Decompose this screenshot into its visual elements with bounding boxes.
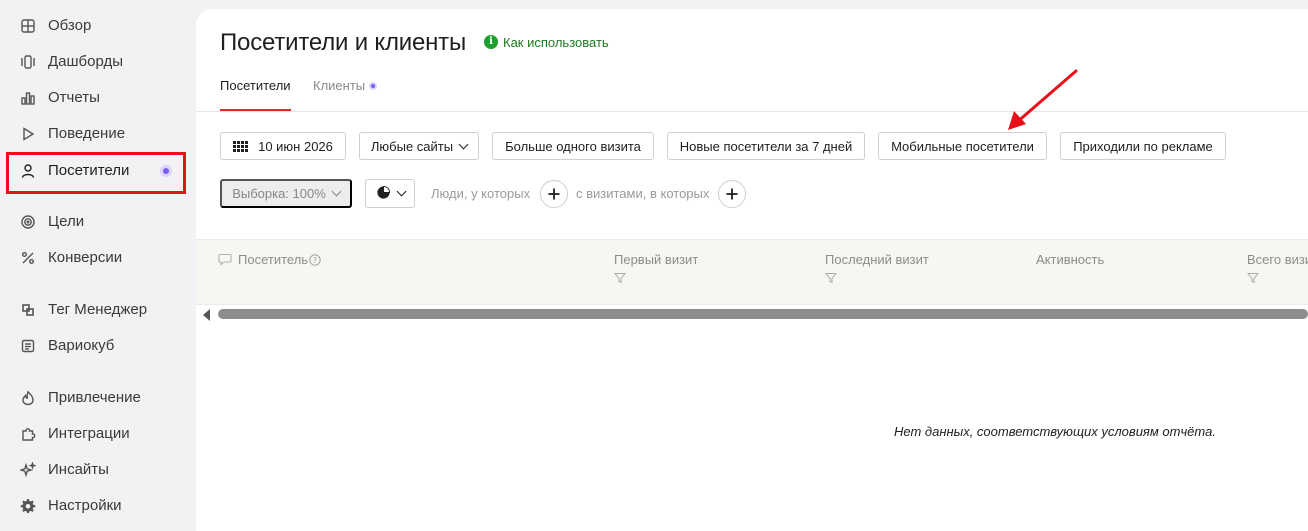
variocube-icon xyxy=(20,338,36,354)
add-visits-condition-button[interactable] xyxy=(718,180,746,208)
date-label: 10 июн 2026 xyxy=(258,138,333,154)
segment-label: Приходили по рекламе xyxy=(1073,138,1213,154)
how-to-use-label: Как использовать xyxy=(503,34,609,50)
sidebar-item-label: Цели xyxy=(48,213,85,230)
new-badge-dot xyxy=(369,82,378,90)
sidebar-item-acquisition[interactable]: Привлечение xyxy=(0,380,190,416)
chevron-down-icon xyxy=(331,186,342,197)
sidebar-item-label: Поведение xyxy=(48,125,126,142)
user-icon xyxy=(20,163,36,179)
page-title: Посетители и клиенты xyxy=(220,29,466,56)
column-label: Посетитель xyxy=(238,252,309,267)
plus-icon xyxy=(726,188,738,200)
sidebar-item-tag-manager[interactable]: Тег Менеджер xyxy=(0,292,190,328)
sparkle-icon xyxy=(20,462,36,478)
sidebar-item-label: Отчеты xyxy=(48,89,100,106)
sidebar-item-label: Привлечение xyxy=(48,389,141,406)
svg-text:?: ? xyxy=(313,256,317,265)
segment-button-new-visitors[interactable]: Новые посетители за 7 дней xyxy=(667,132,865,160)
column-label: Первый визит xyxy=(614,252,699,267)
horizontal-scrollbar[interactable] xyxy=(218,309,1308,319)
chevron-down-icon xyxy=(458,139,469,149)
column-activity[interactable]: Активность xyxy=(1036,252,1104,267)
calendar-icon xyxy=(233,140,249,152)
column-label: Последний визит xyxy=(825,252,929,267)
annotation-arrow-icon xyxy=(1008,69,1078,130)
people-condition-label: Люди, у которых xyxy=(431,186,531,201)
sidebar-item-overview[interactable]: Обзор xyxy=(0,8,190,44)
add-people-condition-button[interactable] xyxy=(540,180,568,208)
column-label: Всего визи xyxy=(1247,252,1308,267)
tab-visitors[interactable]: Посетители xyxy=(220,77,291,111)
how-to-use-link[interactable]: i Как использовать xyxy=(484,34,609,50)
pie-chart-icon xyxy=(376,185,391,203)
sidebar-item-visitors[interactable]: Посетители xyxy=(0,153,190,189)
comment-icon xyxy=(218,253,232,266)
sidebar-item-reports[interactable]: Отчеты xyxy=(0,80,190,116)
segment-label: Мобильные посетители xyxy=(891,138,1034,154)
tag-manager-icon xyxy=(20,302,36,318)
tab-label: Посетители xyxy=(220,78,291,93)
chevron-down-icon xyxy=(396,186,406,197)
grid-icon xyxy=(20,18,36,34)
column-last-visit[interactable]: Последний визит xyxy=(825,252,929,284)
new-badge-dot xyxy=(160,165,172,177)
help-icon[interactable]: ? xyxy=(309,253,321,266)
sidebar-item-conversions[interactable]: Конверсии xyxy=(0,240,190,276)
column-visitor[interactable]: Посетитель ? xyxy=(218,252,321,267)
sidebar-item-label: Интеграции xyxy=(48,425,130,442)
scroll-left-arrow[interactable] xyxy=(203,309,210,321)
plus-icon xyxy=(548,188,560,200)
flame-icon xyxy=(20,390,36,406)
sidebar-item-label: Посетители xyxy=(48,162,130,179)
info-icon: i xyxy=(484,35,498,49)
puzzle-icon xyxy=(20,426,36,442)
chart-type-select[interactable] xyxy=(365,179,415,208)
sites-label: Любые сайты xyxy=(370,138,454,154)
sidebar: Обзор Дашборды Отчеты Поведение Посетите… xyxy=(0,0,196,531)
sidebar-item-goals[interactable]: Цели xyxy=(0,204,190,240)
gear-icon xyxy=(20,498,36,514)
sidebar-item-label: Обзор xyxy=(48,17,92,34)
filter-icon[interactable] xyxy=(1247,272,1259,284)
column-first-visit[interactable]: Первый визит xyxy=(614,252,698,284)
dashboards-icon xyxy=(20,54,36,70)
sidebar-item-label: Конверсии xyxy=(48,249,123,266)
segment-button-ads[interactable]: Приходили по рекламе xyxy=(1060,132,1226,160)
empty-state-message: Нет данных, соответствующих условиям отч… xyxy=(894,424,1216,439)
sidebar-item-label: Вариокуб xyxy=(48,337,115,354)
segment-button-mobile[interactable]: Мобильные посетители xyxy=(878,132,1047,160)
divider xyxy=(196,111,1308,112)
segment-label: Больше одного визита xyxy=(505,138,641,154)
segment-button-multiple-visits[interactable]: Больше одного визита xyxy=(492,132,654,160)
bar-chart-icon xyxy=(20,90,36,106)
sidebar-item-label: Тег Менеджер xyxy=(48,301,148,318)
sidebar-item-label: Инсайты xyxy=(48,461,109,478)
filter-icon[interactable] xyxy=(825,272,837,284)
sidebar-item-insights[interactable]: Инсайты xyxy=(0,452,190,488)
sample-label: Выборка: 100% xyxy=(232,186,326,201)
sample-select[interactable]: Выборка: 100% xyxy=(220,179,352,208)
sites-select[interactable]: Любые сайты xyxy=(359,132,479,160)
sidebar-item-variocube[interactable]: Вариокуб xyxy=(0,328,190,364)
tab-clients[interactable]: Клиенты xyxy=(313,77,378,111)
column-total-visits[interactable]: Всего визи xyxy=(1247,252,1308,284)
filter-icon[interactable] xyxy=(614,272,626,284)
main-panel: Посетители и клиенты i Как использовать … xyxy=(196,9,1308,531)
sidebar-item-settings[interactable]: Настройки xyxy=(0,488,190,524)
sidebar-item-label: Настройки xyxy=(48,497,122,514)
sidebar-item-label: Дашборды xyxy=(48,53,123,70)
column-label: Активность xyxy=(1036,252,1105,267)
target-icon xyxy=(20,214,36,230)
tab-label: Клиенты xyxy=(313,78,366,93)
sidebar-item-behavior[interactable]: Поведение xyxy=(0,116,190,152)
sidebar-item-dashboards[interactable]: Дашборды xyxy=(0,44,190,80)
date-picker-button[interactable]: 10 июн 2026 xyxy=(220,132,346,160)
sidebar-item-integrations[interactable]: Интеграции xyxy=(0,416,190,452)
table-header: Посетитель ? Первый визит Последний визи… xyxy=(196,239,1308,305)
visits-condition-label: с визитами, в которых xyxy=(576,186,710,201)
percent-icon xyxy=(20,250,36,266)
segment-label: Новые посетители за 7 дней xyxy=(679,138,853,154)
play-icon xyxy=(20,126,36,142)
